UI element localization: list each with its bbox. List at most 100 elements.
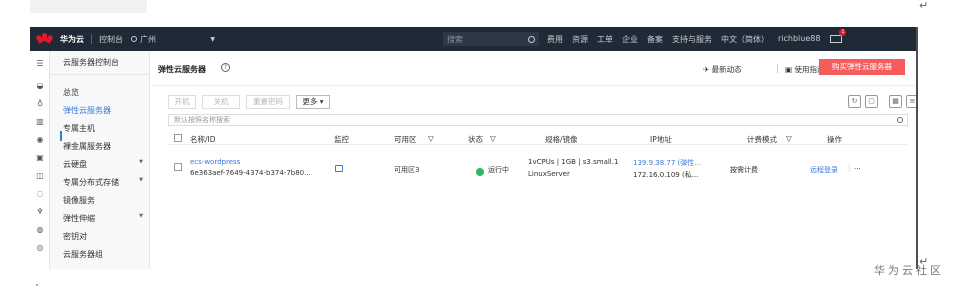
sidebar-item-auto-scaling[interactable]: 弹性伸缩 ▼ <box>63 213 143 224</box>
sidebar-item-ims[interactable]: 镜像服务 <box>63 195 143 206</box>
menu-billing[interactable]: 费用 <box>547 34 563 45</box>
console-link[interactable]: 控制台 <box>99 34 123 45</box>
main-content: 弹性云服务器 ? ✈ 最新动态 ▣ 使用指南 购买弹性云服务器 开机 关机 重置… <box>151 51 916 269</box>
global-search-input[interactable]: 搜索 <box>443 32 539 46</box>
stop-button[interactable]: 关机 <box>202 95 240 109</box>
billing-value: 按需计费 <box>730 166 758 174</box>
sidebar-item-bare-metal[interactable]: 裸金属服务器 <box>63 141 143 152</box>
menu-support[interactable]: 支持与服务 <box>672 34 712 45</box>
menu-icp[interactable]: 备案 <box>647 34 663 45</box>
sidebar-item-label: 弹性伸缩 <box>63 214 95 223</box>
sidebar-item-label: 专属主机 <box>63 124 95 133</box>
column-status[interactable]: 状态 <box>468 134 483 145</box>
sidebar-item-label: 云服务器组 <box>63 250 103 259</box>
list-view-icon[interactable]: ≡ <box>906 95 916 108</box>
page-header: 弹性云服务器 ? ✈ 最新动态 ▣ 使用指南 购买弹性云服务器 <box>151 51 916 86</box>
top-menu: 费用 资源 工单 企业 备案 支持与服务 中文（简体） richblue88 <box>547 34 820 45</box>
top-navigation-bar: 华为云 控制台 广州 ▼ 搜索 费用 资源 工单 企业 备案 支持与服务 中文（… <box>30 27 916 51</box>
public-ip[interactable]: 139.9.38.77 (弹性... <box>633 158 701 168</box>
security-icon[interactable]: ♆ <box>35 207 45 217</box>
menu-language[interactable]: 中文（简体） <box>721 34 769 45</box>
sidebar-item-label: 总览 <box>63 88 79 97</box>
screenshot-frame: 华为云 控制台 广州 ▼ 搜索 费用 资源 工单 企业 备案 支持与服务 中文（… <box>30 27 918 269</box>
brand-name[interactable]: 华为云 <box>60 34 84 45</box>
image-value: LinuxServer <box>528 170 570 178</box>
remote-login-link[interactable]: 远程登录 <box>810 165 838 175</box>
column-billing[interactable]: 计费模式 <box>747 134 777 145</box>
chevron-down-icon: ▼ <box>139 159 143 165</box>
zone-value: 可用区3 <box>394 166 420 174</box>
search-icon[interactable] <box>528 35 535 43</box>
latest-news-link[interactable]: ✈ 最新动态 <box>703 64 742 75</box>
settings-icon[interactable]: ◎ <box>35 243 45 253</box>
sidebar-item-label: 镜像服务 <box>63 196 95 205</box>
sidebar-item-evs[interactable]: 云硬盘 ▼ <box>63 159 143 170</box>
network-icon[interactable]: ♁ <box>35 99 45 109</box>
sidebar-item-label: 云硬盘 <box>63 160 87 169</box>
location-pin-icon <box>131 36 137 42</box>
sidebar: 云服务器控制台 总览 弹性云服务器 专属主机 裸金属服务器 云硬盘 ▼ 专属分布式… <box>50 51 150 269</box>
server-icon[interactable]: ▣ <box>35 153 45 163</box>
sidebar-item-keypair[interactable]: 密钥对 <box>63 231 143 242</box>
refresh-icon[interactable]: ↻ <box>848 95 861 108</box>
sidebar-item-label: 专属分布式存储 <box>63 178 119 187</box>
grid-view-icon[interactable]: ▦ <box>889 95 902 108</box>
start-button[interactable]: 开机 <box>168 95 196 109</box>
status-value: 运行中 <box>488 166 509 174</box>
menu-username[interactable]: richblue88 <box>778 34 820 45</box>
sidebar-item-dedicated-host[interactable]: 专属主机 <box>63 123 143 134</box>
instance-name-link[interactable]: ecs-wordpress <box>190 158 240 166</box>
document-dot <box>36 284 38 286</box>
reset-password-button[interactable]: 重置密码 <box>246 95 290 109</box>
menu-enterprise[interactable]: 企业 <box>622 34 638 45</box>
search-icon[interactable] <box>897 117 903 123</box>
menu-icon[interactable]: ☰ <box>35 59 45 69</box>
sidebar-item-label: 密钥对 <box>63 232 87 241</box>
filter-icon[interactable]: ▽ <box>490 134 496 143</box>
sidebar-item-label: 弹性云服务器 <box>63 106 111 115</box>
chevron-down-icon: ▼ <box>210 35 215 43</box>
filter-icon[interactable]: ▽ <box>428 134 434 143</box>
row-checkbox[interactable] <box>174 163 182 171</box>
select-all-checkbox[interactable] <box>174 134 182 142</box>
sidebar-title: 云服务器控制台 <box>63 58 119 67</box>
sidebar-item-overview[interactable]: 总览 <box>63 87 143 98</box>
message-icon[interactable]: 1 <box>830 29 847 43</box>
database-icon[interactable]: ◫ <box>35 171 45 181</box>
running-status-icon <box>476 168 484 176</box>
menu-tickets[interactable]: 工单 <box>597 34 613 45</box>
sidebar-item-server-group[interactable]: 云服务器组 <box>63 249 143 260</box>
globe-icon[interactable]: ◍ <box>35 225 45 235</box>
table-header: 名称/ID 监控 可用区 ▽ 状态 ▽ 规格/镜像 IP地址 计费模式 ▽ 操作 <box>168 131 908 145</box>
latest-news-label: 最新动态 <box>711 65 742 74</box>
chevron-down-icon: ▼ <box>139 177 143 183</box>
column-name[interactable]: 名称/ID <box>190 134 216 145</box>
monitor-icon[interactable] <box>335 165 343 172</box>
more-actions-link[interactable]: ... <box>854 163 861 171</box>
page-title: 弹性云服务器 <box>158 65 206 74</box>
column-actions: 操作 <box>827 135 842 144</box>
cloud-icon[interactable]: ◌ <box>35 189 45 199</box>
buy-ecs-button[interactable]: 购买弹性云服务器 <box>819 59 905 75</box>
service-icon-rail: ☰ ◒ ♁ ▥ ◉ ▣ ◫ ◌ ♆ ◍ ◎ <box>30 51 50 269</box>
storage-icon[interactable]: ◉ <box>35 135 45 145</box>
sidebar-item-dss[interactable]: 专属分布式存储 ▼ <box>63 177 143 188</box>
filter-icon[interactable]: ▽ <box>786 134 792 143</box>
region-label: 广州 <box>140 34 156 44</box>
column-zone[interactable]: 可用区 <box>394 134 417 145</box>
export-icon[interactable]: ▢ <box>865 95 878 108</box>
chevron-down-icon: ▼ <box>139 213 143 219</box>
dashboard-icon[interactable]: ◒ <box>35 81 45 91</box>
instance-search-input[interactable]: 默认按照名称搜索 <box>168 114 908 126</box>
sidebar-item-ecs[interactable]: 弹性云服务器 <box>63 105 143 116</box>
divider: | <box>848 164 851 172</box>
help-icon[interactable]: ? <box>221 63 230 72</box>
menu-resources[interactable]: 资源 <box>572 34 588 45</box>
huawei-logo-icon[interactable] <box>35 33 54 45</box>
building-icon[interactable]: ▥ <box>35 117 45 127</box>
divider <box>777 64 778 73</box>
divider <box>91 34 92 44</box>
region-selector[interactable]: 广州 ▼ <box>131 34 215 45</box>
more-button[interactable]: 更多 ▾ <box>296 95 330 109</box>
active-indicator <box>60 131 62 141</box>
